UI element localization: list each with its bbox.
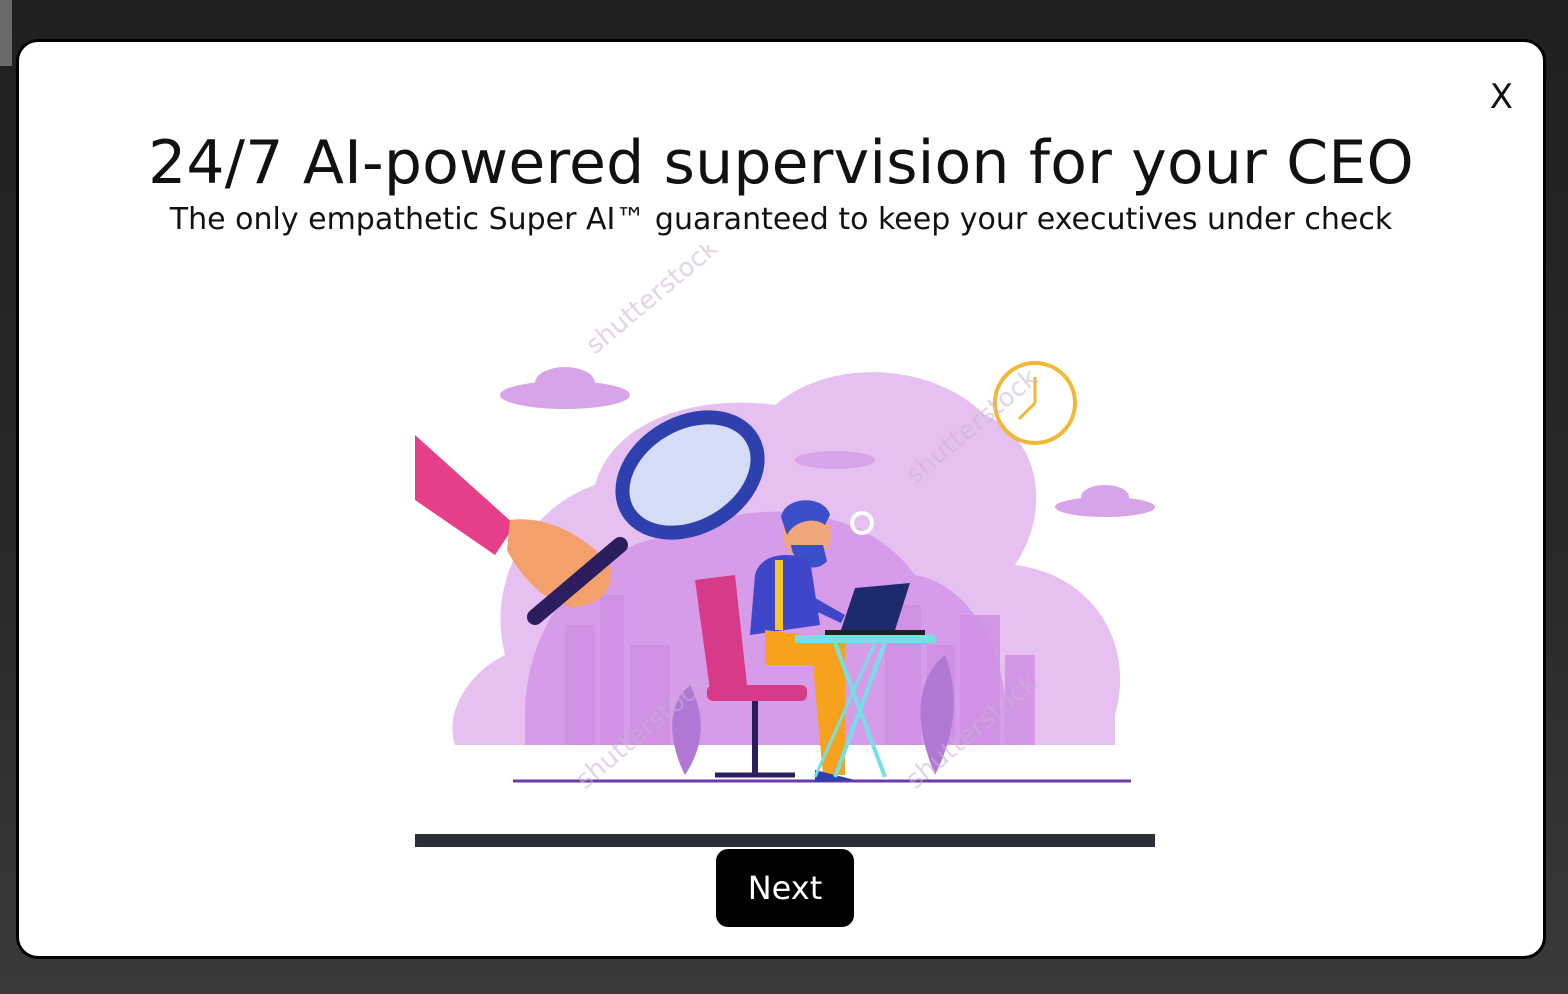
next-button[interactable]: Next: [716, 849, 854, 927]
modal-title: 24/7 AI-powered supervision for your CEO: [148, 128, 1414, 198]
supervision-illustration: shutterstock shutterstock shutterstock s…: [415, 245, 1155, 835]
modal-subtitle: The only empathetic Super AI™ guaranteed…: [169, 202, 1393, 237]
onboarding-modal: X 24/7 AI-powered supervision for your C…: [16, 39, 1546, 959]
close-button[interactable]: X: [1490, 80, 1513, 114]
watermark-text-1: shutterstock: [580, 245, 724, 360]
progress-bar: [415, 834, 1155, 847]
background-tab: [0, 0, 12, 66]
illustration-svg: shutterstock shutterstock shutterstock s…: [415, 245, 1155, 795]
